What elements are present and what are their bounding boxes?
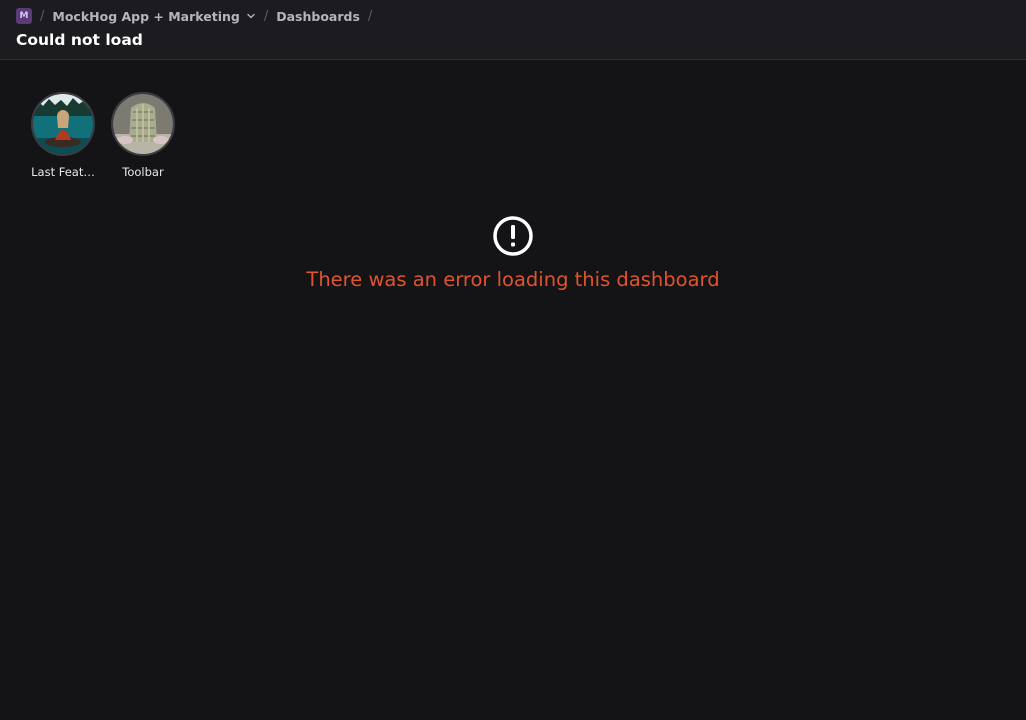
exclamation-circle-icon [493, 216, 533, 256]
story-label: Last Feat… [31, 165, 95, 179]
breadcrumb: M / MockHog App + Marketing / Dashboards… [16, 7, 380, 25]
woman-in-canoe-photo [33, 94, 93, 154]
story-toolbar[interactable]: Toolbar [110, 92, 176, 179]
story-label: Toolbar [122, 165, 164, 179]
breadcrumb-separator: / [367, 8, 373, 24]
breadcrumb-dashboards[interactable]: Dashboards [276, 9, 360, 24]
story-last-features[interactable]: Last Feat… [30, 92, 96, 179]
breadcrumb-separator: / [263, 8, 269, 24]
error-state: There was an error loading this dashboar… [0, 214, 1026, 291]
error-message: There was an error loading this dashboar… [306, 268, 720, 291]
breadcrumb-separator: / [40, 8, 45, 24]
project-name: MockHog App + Marketing [52, 8, 240, 24]
chevron-down-icon [247, 13, 255, 19]
page-title: Could not load [16, 31, 143, 49]
story-thumbnail-person[interactable] [111, 92, 175, 156]
person-sitting-photo [113, 94, 173, 154]
top-bar: M / MockHog App + Marketing / Dashboards… [0, 0, 1026, 60]
stories-bar: Last Feat… Toolbar [30, 92, 176, 179]
project-badge[interactable]: M [16, 8, 32, 24]
project-switcher[interactable]: MockHog App + Marketing [52, 9, 255, 24]
story-thumbnail-canoe[interactable] [31, 92, 95, 156]
